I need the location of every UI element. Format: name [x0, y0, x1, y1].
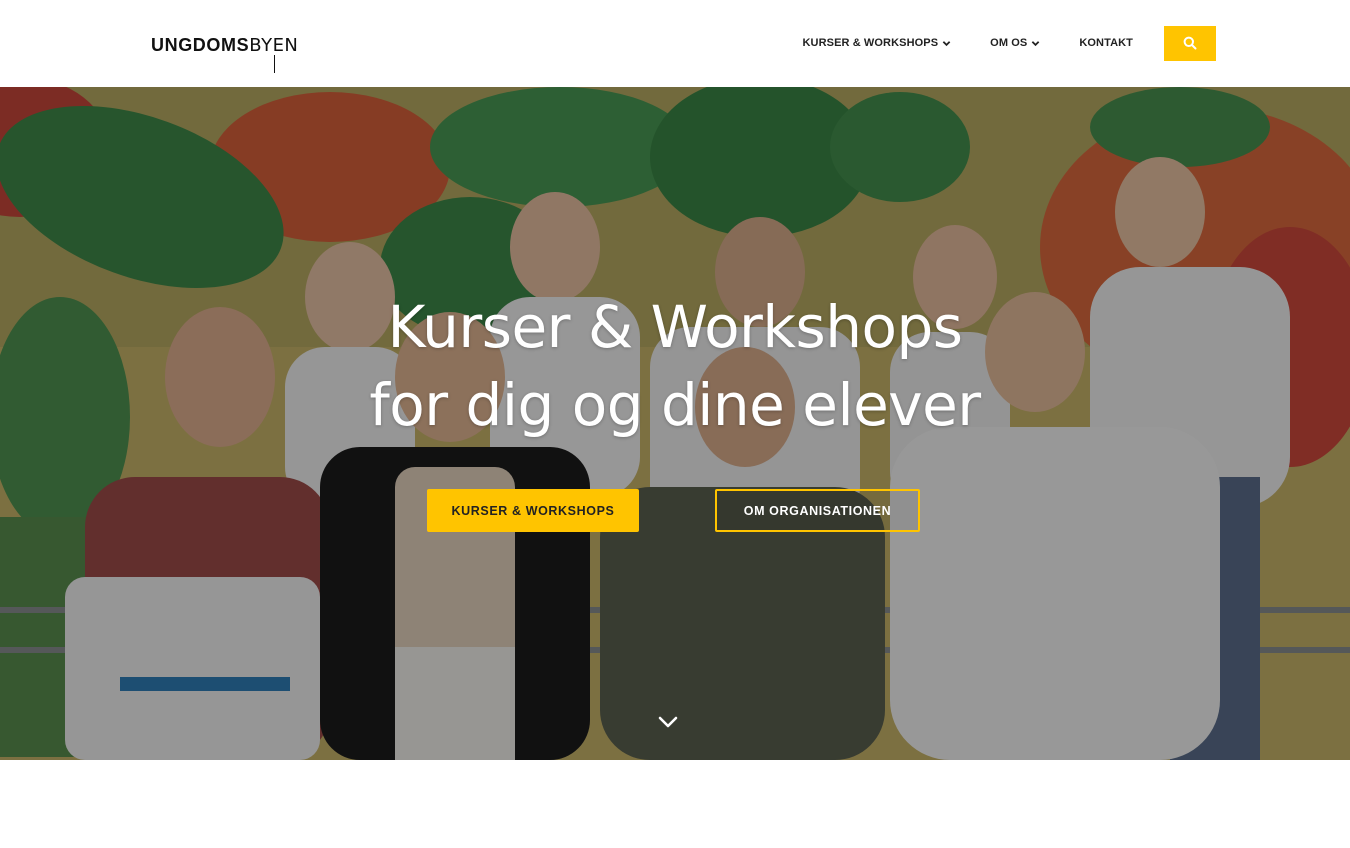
nav-item-label: OM OS: [990, 37, 1028, 49]
chevron-down-icon: [942, 40, 951, 46]
site-header: UNGDOMS BYEN KURSER & WORKSHOPS OM OS KO…: [0, 0, 1350, 87]
nav-item-kurser-workshops[interactable]: KURSER & WORKSHOPS: [803, 37, 952, 49]
chevron-down-icon: [1032, 40, 1040, 46]
about-organisation-button[interactable]: OM ORGANISATIONEN: [715, 489, 920, 532]
courses-workshops-button[interactable]: KURSER & WORKSHOPS: [427, 489, 639, 532]
nav-item-label: KURSER & WORKSHOPS: [802, 37, 939, 49]
hero-title-line1: Kurser & Workshops: [387, 293, 963, 361]
logo[interactable]: UNGDOMS BYEN: [151, 26, 299, 73]
hero-title-line2: for dig og dine elever: [369, 371, 981, 439]
hero-section: Kurser & Workshops for dig og dine eleve…: [0, 87, 1350, 760]
chevron-down-icon[interactable]: [656, 713, 680, 731]
logo-decoration: [274, 54, 276, 73]
main-nav: KURSER & WORKSHOPS OM OS KONTAKT: [803, 25, 1216, 61]
search-icon: [1183, 36, 1197, 50]
logo-bold-text: UNGDOMS: [151, 34, 250, 55]
nav-item-om-os[interactable]: OM OS: [990, 37, 1040, 49]
logo-thin-text: BYEN: [249, 34, 299, 73]
nav-item-kontakt[interactable]: KONTAKT: [1079, 37, 1133, 49]
search-button[interactable]: [1164, 25, 1216, 61]
nav-item-label: KONTAKT: [1079, 37, 1133, 49]
logo-thin-label: BYEN: [249, 34, 299, 56]
